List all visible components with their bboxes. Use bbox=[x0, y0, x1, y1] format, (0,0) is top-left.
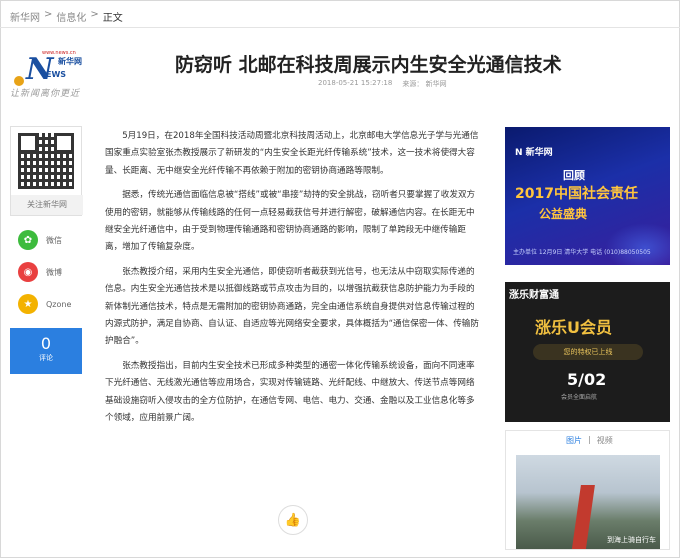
breadcrumb-separator: > bbox=[90, 9, 99, 20]
ad-pill: 您的特权已上线 bbox=[533, 344, 643, 360]
photo-caption: 到海上骑自行车 bbox=[607, 536, 656, 544]
ad-review: 回顾 bbox=[563, 169, 585, 182]
breadcrumb: 新华网 > 信息化 > 正文 bbox=[10, 9, 123, 24]
tab-photo[interactable]: 图片 bbox=[566, 435, 582, 446]
ad-brand: N 新华网 bbox=[515, 148, 553, 158]
share-qzone-label: Qzone bbox=[46, 299, 72, 309]
comment-count: 0 bbox=[40, 334, 52, 353]
article-source: 来源： 新华网 bbox=[402, 80, 447, 88]
ad-date: 5/02 bbox=[567, 370, 607, 389]
comment-label: 评论 bbox=[39, 354, 53, 362]
weibo-icon: ◉ bbox=[18, 262, 38, 282]
comment-button[interactable]: 0 评论 bbox=[10, 328, 82, 374]
ad-subheadline: 公益盛典 bbox=[539, 207, 588, 221]
article-paragraph: 据悉，传统光通信面临信息被“搭线”或被“串接”劫持的安全挑战，窃听者只要掌握了收… bbox=[105, 190, 476, 253]
article-time: 2018-05-21 15:27:18 bbox=[318, 79, 393, 87]
share-wechat-label: 微信 bbox=[46, 235, 62, 245]
breadcrumb-section[interactable]: 信息化 bbox=[56, 9, 86, 24]
qr-code-icon bbox=[18, 133, 74, 189]
ad-glow bbox=[605, 223, 670, 265]
tab-separator: | bbox=[588, 435, 591, 444]
logo-ews: EWS bbox=[46, 70, 67, 79]
thumbs-up-icon: 👍 bbox=[284, 512, 302, 528]
media-photo[interactable]: 到海上骑自行车 bbox=[516, 455, 660, 549]
ad-brand: 涨乐财富通 bbox=[509, 290, 559, 301]
divider bbox=[0, 27, 680, 28]
wechat-icon: ✿ bbox=[18, 230, 38, 250]
breadcrumb-separator: > bbox=[44, 9, 53, 20]
logo-dot-icon bbox=[14, 76, 24, 86]
ad-meta: 主办单位 12月9日 清华大学 电话 (010)88050505 bbox=[513, 249, 651, 256]
qr-code-box: 关注新华网 bbox=[10, 126, 83, 216]
article-paragraph: 张杰教授指出，目前内生安全技术已形成多种类型的通密一体化传输系统设备，面向不同速… bbox=[105, 360, 475, 424]
site-slogan: 让新闻离你更近 bbox=[10, 89, 81, 99]
share-weibo-button[interactable]: ◉ 微博 bbox=[18, 262, 62, 282]
ad-logo: 涨乐U会员 bbox=[535, 318, 612, 337]
share-qzone-button[interactable]: ★ Qzone bbox=[18, 294, 71, 314]
ad-tag: 会员全面启航 bbox=[561, 394, 598, 401]
share-weibo-label: 微博 bbox=[46, 267, 62, 277]
logo-name: 新华网 bbox=[58, 57, 82, 66]
media-tabs: 图片 | 视频 bbox=[566, 435, 613, 446]
ad-banner-csr[interactable]: N 新华网 回顾 2017中国社会责任 公益盛典 主办单位 12月9日 清华大学… bbox=[505, 127, 670, 265]
ad-banner-zhangle[interactable]: 涨乐财富通 涨乐U会员 您的特权已上线 5/02 会员全面启航 bbox=[505, 282, 670, 422]
share-wechat-button[interactable]: ✿ 微信 bbox=[18, 230, 62, 250]
ad-headline: 2017中国社会责任 bbox=[515, 186, 638, 202]
media-box: 图片 | 视频 到海上骑自行车 bbox=[505, 430, 670, 550]
breadcrumb-home[interactable]: 新华网 bbox=[10, 9, 40, 24]
article-meta: 2018-05-21 15:27:18 来源： 新华网 bbox=[318, 79, 447, 89]
qr-label: 关注新华网 bbox=[11, 195, 83, 215]
article-paragraph: 张杰教授介绍，采用内生安全光通信，即使窃听者截获到光信号，也无法从中窃取实际传递… bbox=[105, 266, 479, 347]
qzone-icon: ★ bbox=[18, 294, 38, 314]
tab-video[interactable]: 视频 bbox=[597, 435, 613, 446]
article-paragraph: 5月19日，在2018年全国科技活动周暨北京科技周活动上，北京邮电大学信息光子学… bbox=[105, 131, 479, 176]
breadcrumb-current: 正文 bbox=[102, 13, 123, 24]
like-button[interactable]: 👍 bbox=[278, 505, 308, 535]
article-body: 5月19日，在2018年全国科技活动周暨北京科技周活动上，北京邮电大学信息光子学… bbox=[105, 128, 483, 435]
article-title: 防窃听 北邮在科技周展示内生安全光通信技术 bbox=[175, 54, 562, 76]
photo-road bbox=[571, 485, 595, 549]
